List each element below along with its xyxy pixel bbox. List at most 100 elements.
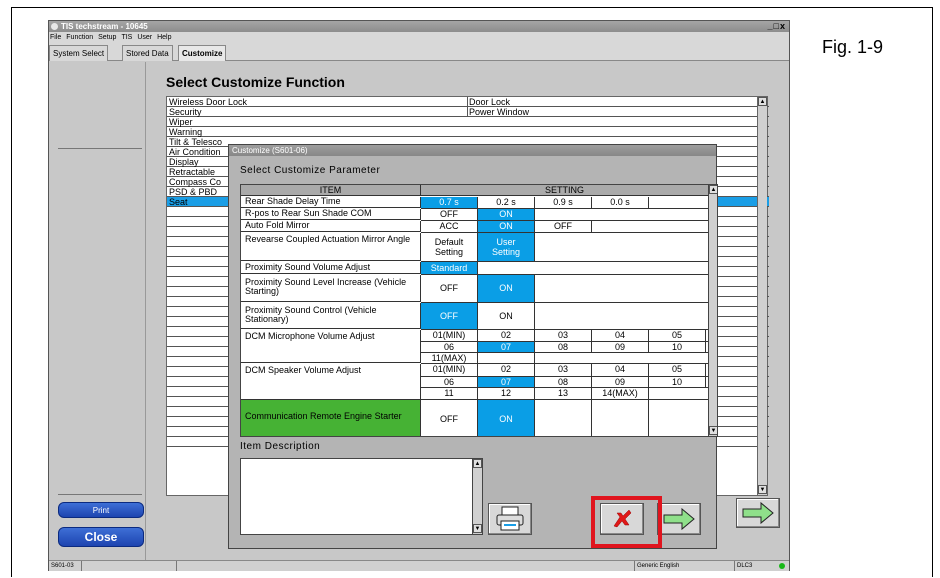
param-item[interactable]: Auto Fold Mirror [241,221,421,232]
parameter-scrollbar[interactable]: ▲ ▼ [708,185,717,436]
function-label: Tilt & Telesco [169,137,223,147]
param-value[interactable]: 03 [535,330,592,341]
scroll-down-icon[interactable]: ▼ [709,426,717,435]
param-item[interactable]: Rear Shade Delay Time [241,197,421,208]
param-value[interactable]: ACC [421,221,478,232]
page: Fig. 1-9 TIS techstream - 10645 _□x File… [0,0,940,578]
function-label: Air Condition [169,147,221,157]
param-value[interactable]: 02 [478,364,535,376]
param-value[interactable]: 06 [421,342,478,352]
param-value[interactable]: OFF [421,400,478,436]
param-item[interactable]: Revearse Coupled Actuation Mirror Angle [241,233,421,261]
scroll-down-icon[interactable]: ▼ [758,485,767,494]
print-dialog-button[interactable] [488,503,532,535]
param-value-selected[interactable]: 07 [478,342,535,352]
param-value-selected[interactable]: ON [478,400,535,436]
param-item-highlighted[interactable]: Communication Remote Engine Starter [241,400,421,436]
function-row[interactable]: Security Power Window [167,107,769,117]
menu-function[interactable]: Function [66,34,93,41]
param-item[interactable]: Proximity Sound Level Increase (Vehicle … [241,275,421,302]
param-value[interactable]: ON [478,303,535,329]
menu-help[interactable]: Help [157,34,171,41]
param-value-selected[interactable]: 0.7 s [421,197,478,208]
param-value[interactable]: 08 [535,342,592,352]
description-scrollbar[interactable]: ▲ ▼ [472,459,482,534]
param-value[interactable]: 0.0 s [592,197,649,208]
param-value[interactable]: OFF [421,209,478,220]
param-value-selected[interactable]: Standard [421,262,478,274]
param-value-selected[interactable]: OFF [421,303,478,329]
param-value[interactable]: 02 [478,330,535,341]
param-value[interactable]: 11 [421,388,478,399]
menu-setup[interactable]: Setup [98,34,116,41]
param-item[interactable]: DCM Speaker Volume Adjust [241,364,421,400]
param-item[interactable]: R-pos to Rear Sun Shade COM [241,209,421,220]
window-title: TIS techstream - 10645 [61,22,148,31]
function-row[interactable]: Wiper [167,117,769,127]
param-value[interactable]: 13 [535,388,592,399]
param-value[interactable]: 06 [421,377,478,387]
param-value[interactable]: 14(MAX) [592,388,649,399]
param-value-selected[interactable]: ON [478,221,535,232]
scroll-down-icon[interactable]: ▼ [473,524,482,533]
close-button[interactable]: Close [58,527,144,547]
param-value-selected[interactable]: 07 [478,377,535,387]
next-button[interactable] [736,498,780,528]
menu-tis[interactable]: TIS [121,34,132,41]
function-label: Security [169,107,202,117]
menu-file[interactable]: File [50,34,61,41]
print-button[interactable]: Print [58,502,144,518]
param-value[interactable]: 09 [592,377,649,387]
scroll-up-icon[interactable]: ▲ [758,97,767,106]
description-box: ▲ ▼ [240,458,483,535]
function-row[interactable]: Warning [167,127,769,137]
page-title: Select Customize Function [166,74,345,90]
param-item[interactable]: Proximity Sound Volume Adjust [241,262,421,274]
param-value[interactable]: 04 [592,330,649,341]
dialog-title: Customize (S601-06) [229,145,716,156]
tab-stored-data[interactable]: Stored Data [122,45,173,61]
menu-user[interactable]: User [137,34,152,41]
param-value[interactable]: 11(MAX) [421,353,478,363]
param-value[interactable]: 01(MIN) [421,330,478,341]
param-value[interactable]: 10 [649,377,706,387]
param-value[interactable]: 04 [592,364,649,376]
tab-system-select[interactable]: System Select [49,45,109,61]
param-value[interactable]: 03 [535,364,592,376]
param-value[interactable]: 0.2 s [478,197,535,208]
param-item[interactable]: DCM Microphone Volume Adjust [241,330,421,363]
param-value[interactable]: 01(MIN) [421,364,478,376]
status-interface: DLC3 [735,561,789,571]
arrow-right-icon [663,507,695,531]
param-value[interactable]: 10 [649,342,706,352]
param-value[interactable]: 12 [478,388,535,399]
function-row[interactable]: Wireless Door Lock Door Lock [167,97,769,107]
param-value[interactable]: 08 [535,377,592,387]
param-value[interactable]: 09 [592,342,649,352]
param-value[interactable]: Default Setting [421,233,478,261]
function-label: Warning [169,127,203,137]
param-value[interactable]: 05 [649,364,706,376]
param-value-selected[interactable]: ON [478,209,535,220]
param-item[interactable]: Proximity Sound Control (Vehicle Station… [241,303,421,329]
scroll-up-icon[interactable]: ▲ [709,185,717,194]
tab-customize[interactable]: Customize [178,45,227,61]
function-label: Seat [169,197,188,207]
param-value[interactable]: 05 [649,330,706,341]
scroll-up-icon[interactable]: ▲ [473,459,482,468]
function-scrollbar[interactable]: ▲ ▼ [757,97,767,495]
divider [58,148,142,149]
param-value[interactable]: OFF [421,275,478,302]
window-controls[interactable]: _□x [768,21,786,32]
function-label: Display [169,157,199,167]
interface-label: DLC3 [737,563,753,569]
param-value-selected[interactable]: User Setting [478,233,535,261]
param-value-selected[interactable]: ON [478,275,535,302]
param-value-empty [592,400,649,436]
param-value[interactable]: 0.9 s [535,197,592,208]
param-value[interactable]: OFF [535,221,592,232]
param-value-empty [478,353,535,363]
figure-label: Fig. 1-9 [822,37,884,57]
app-icon [51,23,58,30]
next-dialog-button[interactable] [657,503,701,535]
